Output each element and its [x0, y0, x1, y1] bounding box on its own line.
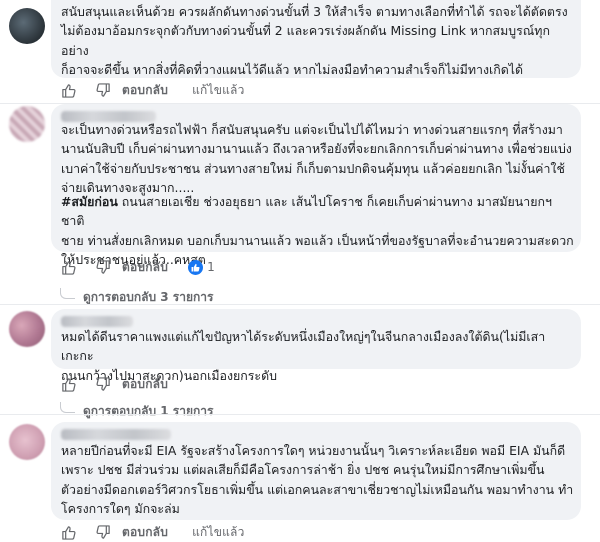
comment-text: หลายปีก่อนที่จะมี EIA รัฐจะสร้างโครงการใ…	[61, 443, 574, 516]
reply-button[interactable]: ตอบกลับ	[122, 258, 168, 277]
comment-bubble: สนับสนุนและเห็นด้วย ควรผลักดันทางด่วนขั้…	[51, 0, 581, 78]
edited-label: แก้ไขแล้ว	[192, 524, 245, 539]
dislike-icon[interactable]	[95, 524, 112, 541]
divider	[0, 414, 600, 415]
comment-actions: ตอบกลับ แก้ไขแล้ว	[60, 80, 245, 100]
comment-actions: ตอบกลับ แก้ไขแล้ว	[60, 522, 245, 542]
reply-button[interactable]: ตอบกลับ	[122, 523, 168, 542]
thread-connector	[60, 402, 75, 413]
thread-connector	[60, 288, 75, 299]
comment-text: จะเป็นทางด่วนหรือรถไฟฟ้า ก็สนับสนุนครับ …	[61, 122, 572, 195]
avatar[interactable]	[9, 106, 45, 142]
like-icon[interactable]	[60, 82, 77, 99]
avatar[interactable]	[9, 424, 45, 460]
avatar[interactable]	[9, 8, 45, 44]
comment-text: สนับสนุนและเห็นด้วย ควรผลักดันทางด่วนขั้…	[61, 4, 568, 77]
comment-bubble: หลายปีก่อนที่จะมี EIA รัฐจะสร้างโครงการใ…	[51, 422, 581, 520]
dislike-icon[interactable]	[95, 259, 112, 276]
like-icon[interactable]	[60, 376, 77, 393]
divider	[0, 304, 600, 305]
like-icon[interactable]	[60, 259, 77, 276]
comment-bubble: จะเป็นทางด่วนหรือรถไฟฟ้า ก็สนับสนุนครับ …	[51, 104, 581, 267]
view-replies-link[interactable]: ดูการตอบกลับ 1 รายการ	[60, 402, 213, 421]
reply-button[interactable]: ตอบกลับ	[122, 81, 168, 100]
like-reaction-icon	[188, 259, 204, 275]
avatar[interactable]	[9, 311, 45, 347]
dislike-icon[interactable]	[95, 376, 112, 393]
reaction-summary[interactable]: 1	[188, 259, 215, 275]
author-name[interactable]	[61, 316, 133, 327]
dislike-icon[interactable]	[95, 82, 112, 99]
view-replies-label: ดูการตอบกลับ 1 รายการ	[83, 404, 214, 418]
hashtag[interactable]: #สมัยก่อน	[61, 194, 118, 209]
edited-label: แก้ไขแล้ว	[192, 82, 245, 97]
reaction-count: 1	[207, 260, 215, 274]
comment-actions: ตอบกลับ 1	[60, 257, 215, 277]
like-icon[interactable]	[60, 524, 77, 541]
author-name[interactable]	[61, 429, 171, 440]
reply-button[interactable]: ตอบกลับ	[122, 375, 168, 394]
comment-actions: ตอบกลับ	[60, 374, 168, 394]
comment-bubble: หมดได้ดีนราคาแพงแต่แก้ไขปัญหาได้ระดับหนึ…	[51, 309, 581, 383]
